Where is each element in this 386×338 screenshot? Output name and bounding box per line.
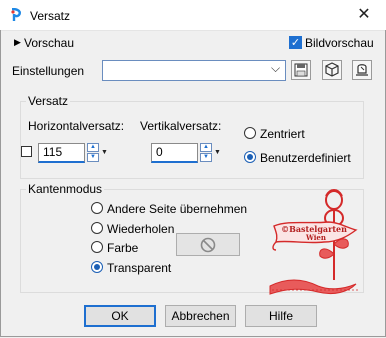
- horizontal-dropdown-icon[interactable]: ▼: [100, 143, 109, 163]
- horizontal-offset-label: Horizontalversatz:: [28, 119, 125, 133]
- centered-label: Zentriert: [260, 127, 305, 141]
- edge-transparent-label: Transparent: [107, 261, 172, 275]
- bildvorschau-label: Bildvorschau: [305, 36, 374, 50]
- vertical-offset-stepper[interactable]: ▲ ▼: [200, 143, 212, 163]
- title-bar: Versatz ✕: [0, 0, 386, 31]
- window-title: Versatz: [30, 9, 71, 23]
- custom-label: Benutzerdefiniert: [260, 151, 351, 165]
- chevron-down-icon: ⌵: [271, 61, 281, 75]
- preview-toggle[interactable]: Vorschau: [24, 36, 74, 50]
- save-preset-button[interactable]: [291, 60, 311, 80]
- save-icon: [294, 63, 308, 77]
- stepper-up-icon[interactable]: ▲: [87, 143, 99, 152]
- edge-wrap-label: Andere Seite übernehmen: [107, 202, 248, 216]
- edge-color-label: Farbe: [107, 241, 139, 255]
- edge-transparent-radio[interactable]: [91, 261, 103, 273]
- cube-icon: [325, 62, 339, 77]
- stepper-down-icon[interactable]: ▼: [87, 153, 99, 162]
- edge-repeat-label: Wiederholen: [107, 222, 175, 236]
- edge-wrap-radio[interactable]: [91, 202, 103, 214]
- app-icon: [11, 8, 21, 21]
- horizontal-offset-input[interactable]: 115: [38, 143, 85, 163]
- custom-radio[interactable]: [244, 151, 256, 163]
- stepper-down-icon[interactable]: ▼: [200, 153, 212, 162]
- settings-combo[interactable]: ⌵: [102, 60, 286, 81]
- link-checkbox[interactable]: [21, 146, 32, 157]
- vertical-offset-label: Vertikalversatz:: [140, 119, 222, 133]
- edge-color-radio[interactable]: [91, 241, 103, 253]
- offset-group: [20, 101, 364, 179]
- stepper-up-icon[interactable]: ▲: [200, 143, 212, 152]
- vertical-dropdown-icon[interactable]: ▼: [213, 143, 222, 163]
- ok-button[interactable]: OK: [84, 305, 156, 327]
- edge-repeat-radio[interactable]: [91, 222, 103, 234]
- delete-preset-button[interactable]: [352, 60, 372, 80]
- cancel-button[interactable]: Abbrechen: [165, 305, 236, 327]
- vertical-offset-input[interactable]: 0: [151, 143, 198, 163]
- offset-group-title: Versatz: [26, 94, 71, 108]
- close-button[interactable]: ✕: [353, 6, 375, 24]
- settings-label: Einstellungen: [12, 64, 85, 78]
- watermark-logo: ©Bastelgarten Wien: [269, 189, 358, 295]
- edge-mode-group-title: Kantenmodus: [26, 182, 105, 196]
- horizontal-offset-stepper[interactable]: ▲ ▼: [87, 143, 99, 163]
- reset-button[interactable]: [322, 60, 342, 80]
- help-button[interactable]: Hilfe: [245, 305, 317, 327]
- color-swatch-button[interactable]: [176, 233, 240, 256]
- chevron-right-icon[interactable]: ▶: [14, 37, 21, 48]
- centered-radio[interactable]: [244, 127, 256, 139]
- bildvorschau-checkbox[interactable]: ✓: [289, 36, 302, 49]
- delete-preset-icon: [356, 64, 368, 76]
- watermark-line2: Wien: [305, 233, 326, 242]
- no-color-icon: [200, 237, 216, 253]
